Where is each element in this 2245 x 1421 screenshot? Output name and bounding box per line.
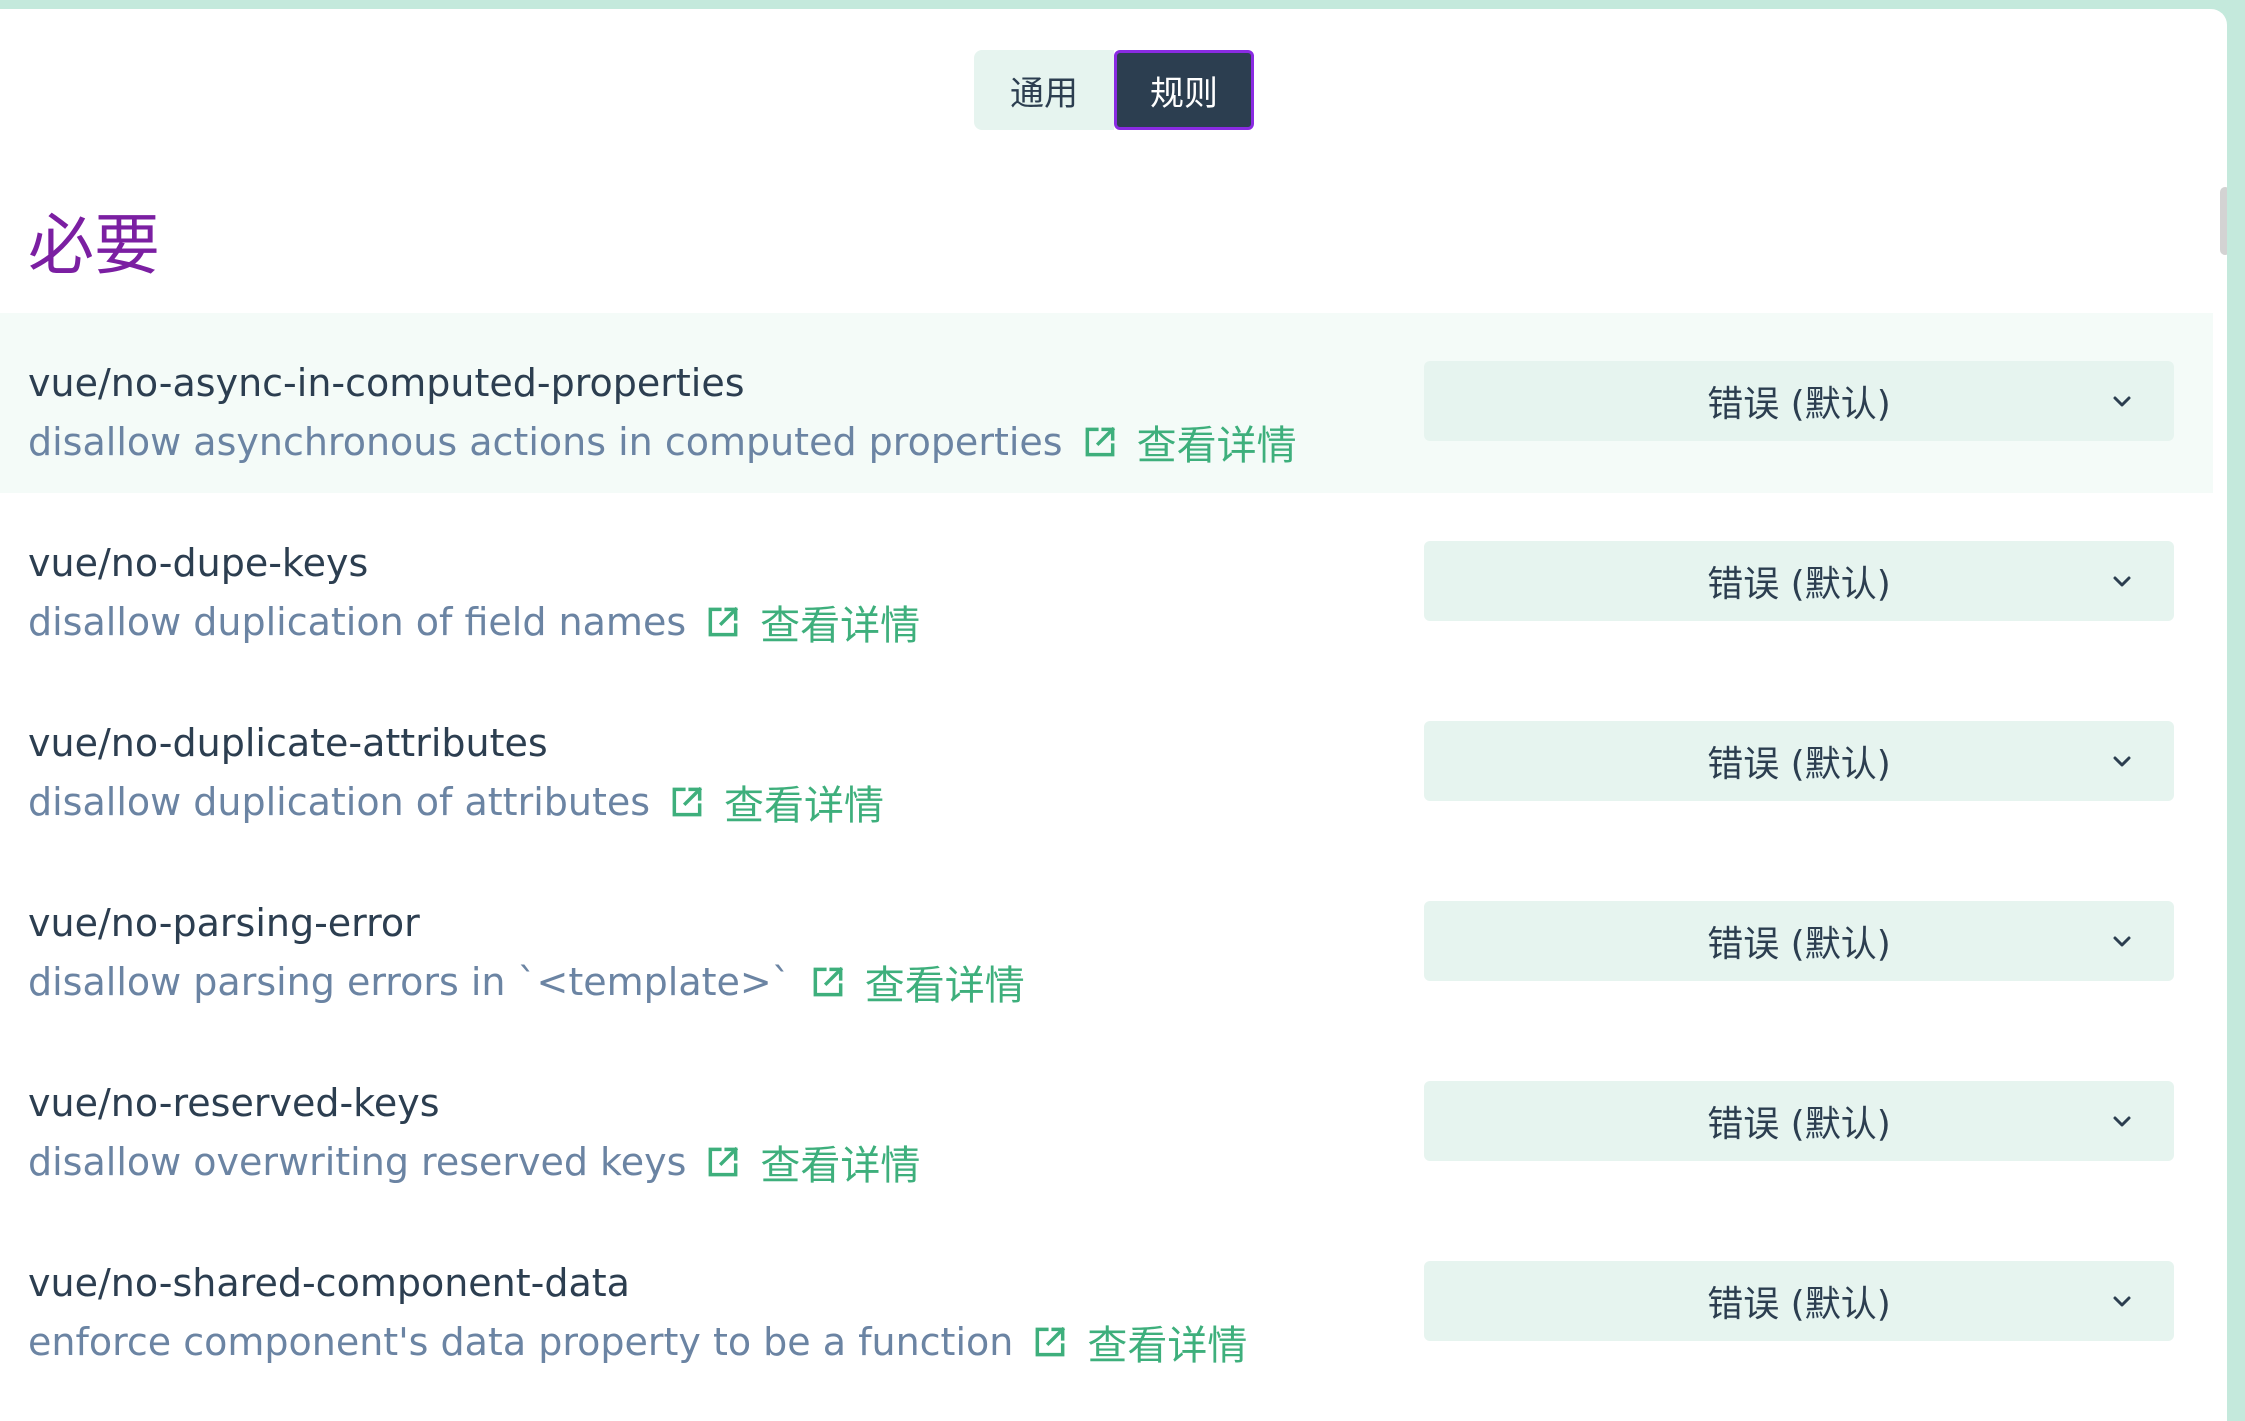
chevron-down-icon <box>2110 389 2134 417</box>
view-details-link[interactable]: 查看详情 <box>1087 1313 1247 1371</box>
severity-value: 错误 (默认) <box>1707 744 1891 785</box>
severity-value: 错误 (默认) <box>1707 564 1891 605</box>
settings-panel: 通用 规则 必要 vue/no-async-in-computed-proper… <box>0 9 2227 1421</box>
external-link-icon[interactable] <box>1081 423 1119 461</box>
chevron-down-icon <box>2110 1109 2134 1137</box>
chevron-down-icon <box>2110 569 2134 597</box>
rule-description: disallow duplication of attributes <box>28 780 651 824</box>
tab-rules[interactable]: 规则 <box>1114 50 1254 130</box>
severity-value: 错误 (默认) <box>1707 1284 1891 1325</box>
view-details-link[interactable]: 查看详情 <box>1137 413 1297 471</box>
external-link-icon[interactable] <box>704 603 742 641</box>
severity-select[interactable]: 错误 (默认) <box>1424 1261 2174 1341</box>
rule-description-line: disallow overwriting reserved keys 查看详情 <box>28 1133 920 1191</box>
severity-select[interactable]: 错误 (默认) <box>1424 361 2174 441</box>
chevron-down-icon <box>2110 929 2134 957</box>
external-link-icon[interactable] <box>1031 1323 1069 1361</box>
rule-description: disallow overwriting reserved keys <box>28 1140 687 1184</box>
chevron-down-icon <box>2110 749 2134 777</box>
external-link-icon[interactable] <box>704 1143 742 1181</box>
section-title: 必要 <box>28 207 160 284</box>
rule-row: vue/no-dupe-keys disallow duplication of… <box>0 493 2213 673</box>
scrollbar-thumb[interactable] <box>2220 187 2227 255</box>
rule-description-line: disallow duplication of field names 查看详情 <box>28 593 920 651</box>
rule-row: vue/no-duplicate-attributes disallow dup… <box>0 673 2213 853</box>
rule-name: vue/no-async-in-computed-properties <box>28 361 745 405</box>
view-details-link[interactable]: 查看详情 <box>760 593 920 651</box>
severity-select[interactable]: 错误 (默认) <box>1424 541 2174 621</box>
severity-select[interactable]: 错误 (默认) <box>1424 721 2174 801</box>
rule-description: disallow duplication of field names <box>28 600 687 644</box>
rule-row: vue/no-reserved-keys disallow overwritin… <box>0 1033 2213 1213</box>
chevron-down-icon <box>2110 1289 2134 1317</box>
rule-list: vue/no-async-in-computed-properties disa… <box>0 313 2213 1393</box>
severity-value: 错误 (默认) <box>1707 1104 1891 1145</box>
rule-name: vue/no-shared-component-data <box>28 1261 630 1305</box>
severity-value: 错误 (默认) <box>1707 384 1891 425</box>
rule-name: vue/no-dupe-keys <box>28 541 369 585</box>
tab-general[interactable]: 通用 <box>974 50 1114 130</box>
rule-row: vue/no-shared-component-data enforce com… <box>0 1213 2213 1393</box>
rule-name: vue/no-duplicate-attributes <box>28 721 548 765</box>
rule-description-line: enforce component's data property to be … <box>28 1313 1247 1371</box>
rule-name: vue/no-reserved-keys <box>28 1081 440 1125</box>
rule-description: enforce component's data property to be … <box>28 1320 1014 1364</box>
rule-description-line: disallow duplication of attributes 查看详情 <box>28 773 884 831</box>
rule-name: vue/no-parsing-error <box>28 901 420 945</box>
external-link-icon[interactable] <box>668 783 706 821</box>
severity-value: 错误 (默认) <box>1707 924 1891 965</box>
view-details-link[interactable]: 查看详情 <box>760 1133 920 1191</box>
rule-description-line: disallow asynchronous actions in compute… <box>28 413 1297 471</box>
external-link-icon[interactable] <box>809 963 847 1001</box>
rule-description-line: disallow parsing errors in `<template>` … <box>28 953 1025 1011</box>
severity-select[interactable]: 错误 (默认) <box>1424 1081 2174 1161</box>
rule-row: vue/no-async-in-computed-properties disa… <box>0 313 2213 493</box>
severity-select[interactable]: 错误 (默认) <box>1424 901 2174 981</box>
view-details-link[interactable]: 查看详情 <box>724 773 884 831</box>
settings-tabs: 通用 规则 <box>974 50 1254 130</box>
rule-description: disallow asynchronous actions in compute… <box>28 420 1063 464</box>
rule-row: vue/no-parsing-error disallow parsing er… <box>0 853 2213 1033</box>
view-details-link[interactable]: 查看详情 <box>865 953 1025 1011</box>
rule-description: disallow parsing errors in `<template>` <box>28 960 791 1004</box>
